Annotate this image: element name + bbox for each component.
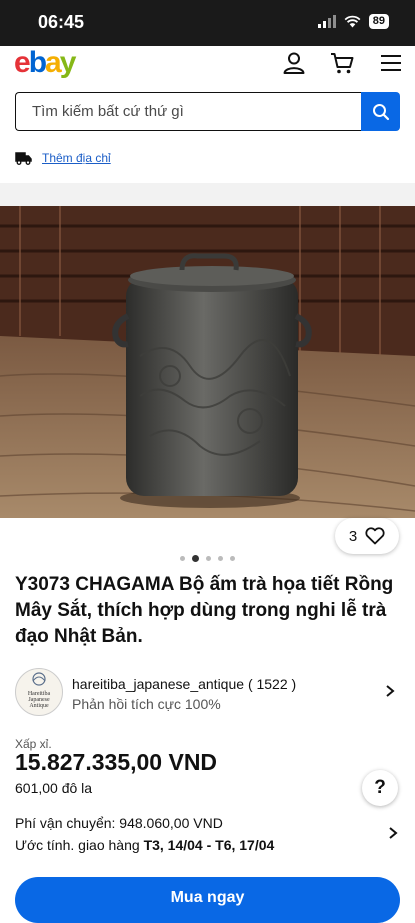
pagination-dot[interactable]	[230, 556, 235, 561]
price-value: 15.827.335,00 VND	[15, 749, 218, 775]
seller-avatar: Hareitiba Japanese Antique	[15, 668, 63, 716]
chevron-right-icon	[386, 685, 395, 697]
pagination-dot[interactable]	[218, 556, 223, 561]
heart-icon	[365, 527, 385, 545]
shipping-cost: Phí vận chuyển: 948.060,00 VND	[15, 815, 223, 831]
search-button[interactable]	[361, 92, 400, 131]
wifi-icon	[344, 15, 361, 28]
ebay-logo[interactable]: ebay	[14, 46, 77, 80]
delivery-range: T3, 14/04 - T6, 17/04	[143, 837, 275, 853]
logo-letter-y: y	[59, 46, 77, 79]
product-image[interactable]	[0, 206, 415, 518]
price-alt-currency: 601,00 đô la	[15, 780, 93, 796]
help-button[interactable]: ?	[362, 770, 398, 806]
seller-name: hareitiba_japanese_antique	[72, 676, 245, 692]
seller-avatar-line-3: Antique	[29, 703, 49, 709]
status-icons: 89	[317, 14, 389, 29]
section-divider	[0, 183, 415, 206]
product-photo	[0, 206, 415, 518]
pagination-dot[interactable]	[206, 556, 211, 561]
delivery-prefix: Ước tính. giao hàng	[15, 837, 140, 853]
search-input[interactable]	[15, 92, 361, 131]
image-pagination	[0, 555, 415, 562]
seller-logo-icon	[32, 672, 46, 686]
seller-row[interactable]: Hareitiba Japanese Antique hareitiba_jap…	[15, 668, 400, 716]
menu-icon[interactable]	[378, 50, 404, 76]
search-icon	[372, 103, 389, 120]
top-bar: ebay	[0, 46, 415, 88]
pagination-dot[interactable]	[180, 556, 185, 561]
logo-letter-a: a	[45, 46, 62, 79]
battery-indicator: 89	[368, 14, 389, 29]
signal-icon	[317, 15, 336, 28]
search-bar	[15, 92, 400, 131]
status-bar: 06:45 89	[0, 0, 415, 46]
logo-letter-e: e	[14, 46, 31, 79]
logo-letter-b: b	[28, 46, 47, 79]
product-title: Y3073 CHAGAMA Bộ ấm trà họa tiết Rồng Mâ…	[15, 574, 394, 647]
cart-icon[interactable]	[329, 50, 355, 76]
add-address-link[interactable]: Thêm địa chỉ	[42, 151, 111, 165]
seller-score: ( 1522 )	[247, 676, 297, 692]
delivery-estimate: Ước tính. giao hàng T3, 14/04 - T6, 17/0…	[15, 837, 274, 853]
shipping-chevron-icon[interactable]	[387, 826, 399, 840]
truck-icon	[15, 152, 32, 165]
watch-button[interactable]: 3	[335, 518, 399, 554]
account-icon[interactable]	[281, 50, 307, 76]
seller-feedback: Phản hồi tích cực 100%	[72, 696, 221, 712]
favorite-count: 3	[348, 527, 358, 545]
status-time: 06:45	[38, 12, 85, 32]
pagination-dot[interactable]	[192, 555, 199, 562]
buy-now-button[interactable]: Mua ngay	[15, 877, 400, 923]
shipping-address-row: Thêm địa chỉ	[15, 148, 111, 168]
seller-name-line: hareitiba_japanese_antique ( 1522 )	[72, 676, 296, 692]
